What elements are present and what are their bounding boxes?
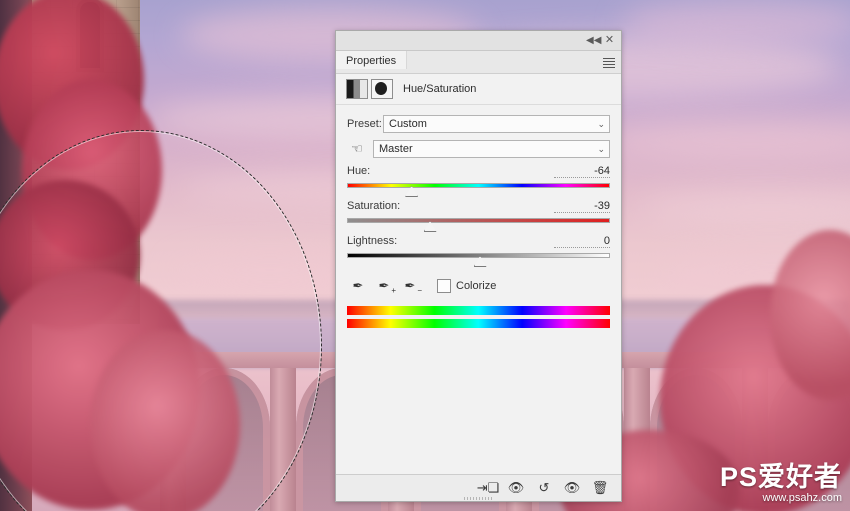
eyedropper-icon[interactable]: ✒ bbox=[347, 276, 369, 296]
preset-dropdown[interactable]: Custom ⌄ bbox=[383, 115, 610, 133]
eyedropper-glyph: ✒ bbox=[404, 278, 416, 293]
tab-properties[interactable]: Properties bbox=[336, 51, 408, 69]
chevron-down-icon: ⌄ bbox=[597, 119, 605, 129]
panel-footer: ⇥❏ 👁 ↺ 👁 🗑 bbox=[336, 474, 621, 501]
lightness-slider-group: Lightness: 0 bbox=[347, 235, 610, 267]
lightness-value[interactable]: 0 bbox=[554, 235, 610, 248]
bridge-pier bbox=[270, 368, 296, 511]
saturation-label: Saturation: bbox=[347, 200, 401, 212]
channel-row: ☜ Master ⌄ bbox=[347, 140, 610, 158]
hue-track bbox=[347, 183, 610, 188]
colorize-label: Colorize bbox=[456, 280, 497, 292]
channel-value: Master bbox=[379, 143, 413, 155]
adjustment-header: Hue/Saturation bbox=[336, 74, 621, 105]
panel-body: Preset: Custom ⌄ ☜ Master ⌄ Hue: -64 Sat… bbox=[336, 105, 621, 328]
photoshop-canvas: ◀◀ ✕ Properties Hue/Saturation Preset: C… bbox=[0, 0, 850, 511]
adjustment-title: Hue/Saturation bbox=[403, 83, 477, 95]
reset-icon[interactable]: ↺ bbox=[531, 478, 557, 498]
hue-color-bars bbox=[347, 306, 610, 328]
saturation-slider-group: Saturation: -39 bbox=[347, 200, 610, 232]
saturation-track bbox=[347, 218, 610, 223]
hue-slider-group: Hue: -64 bbox=[347, 165, 610, 197]
preset-row: Preset: Custom ⌄ bbox=[347, 115, 610, 133]
tree-foliage bbox=[90, 330, 240, 511]
preset-label: Preset: bbox=[347, 118, 382, 130]
lightness-label: Lightness: bbox=[347, 235, 398, 247]
properties-panel[interactable]: ◀◀ ✕ Properties Hue/Saturation Preset: C… bbox=[335, 30, 622, 502]
hand-icon[interactable]: ☜ bbox=[347, 140, 367, 158]
adjustment-thumbnail[interactable] bbox=[346, 79, 368, 99]
watermark-sub: www.psahz.com bbox=[762, 492, 842, 504]
hue-value[interactable]: -64 bbox=[554, 165, 610, 178]
view-previous-state-icon[interactable]: 👁 bbox=[503, 478, 529, 498]
eyedropper-glyph: ✒ bbox=[378, 278, 390, 293]
panel-tab-bar[interactable]: Properties bbox=[336, 51, 621, 74]
panel-resize-grip[interactable] bbox=[463, 497, 494, 500]
saturation-value[interactable]: -39 bbox=[554, 200, 610, 213]
preset-value: Custom bbox=[389, 118, 427, 130]
close-icon[interactable]: ✕ bbox=[603, 34, 616, 47]
watermark-main: PS爱好者 bbox=[719, 462, 842, 492]
cloud bbox=[620, 0, 850, 46]
output-hue-bar[interactable] bbox=[347, 319, 610, 328]
lightness-slider[interactable] bbox=[347, 250, 610, 267]
eyedropper-add-icon[interactable]: ✒ + bbox=[373, 276, 396, 296]
chevron-down-icon: ⌄ bbox=[597, 144, 605, 154]
delete-adjustment-icon[interactable]: 🗑 bbox=[587, 478, 613, 498]
hue-label: Hue: bbox=[347, 165, 371, 177]
lightness-track bbox=[347, 253, 610, 258]
eyedropper-glyph: ✒ bbox=[352, 278, 364, 293]
panel-titlebar[interactable]: ◀◀ ✕ bbox=[336, 31, 621, 51]
watermark: PS爱好者 www.psahz.com bbox=[720, 463, 842, 505]
layer-mask-thumbnail[interactable] bbox=[371, 79, 393, 99]
minus-glyph: − bbox=[417, 286, 422, 295]
clip-to-layer-icon[interactable]: ⇥❏ bbox=[475, 478, 501, 498]
collapse-icon[interactable]: ◀◀ bbox=[586, 34, 601, 47]
hue-slider[interactable] bbox=[347, 180, 610, 197]
plus-glyph: + bbox=[391, 286, 396, 295]
saturation-slider[interactable] bbox=[347, 215, 610, 232]
input-hue-bar bbox=[347, 306, 610, 315]
panel-menu-icon[interactable] bbox=[603, 56, 615, 68]
colorize-control[interactable]: Colorize bbox=[437, 279, 496, 293]
channel-dropdown[interactable]: Master ⌄ bbox=[373, 140, 610, 158]
eyedropper-row: ✒ ✒ + ✒ − Colorize bbox=[347, 276, 610, 296]
eyedropper-subtract-icon[interactable]: ✒ − bbox=[399, 276, 422, 296]
toggle-layer-visibility-icon[interactable]: 👁 bbox=[559, 478, 585, 498]
colorize-checkbox[interactable] bbox=[437, 279, 451, 293]
